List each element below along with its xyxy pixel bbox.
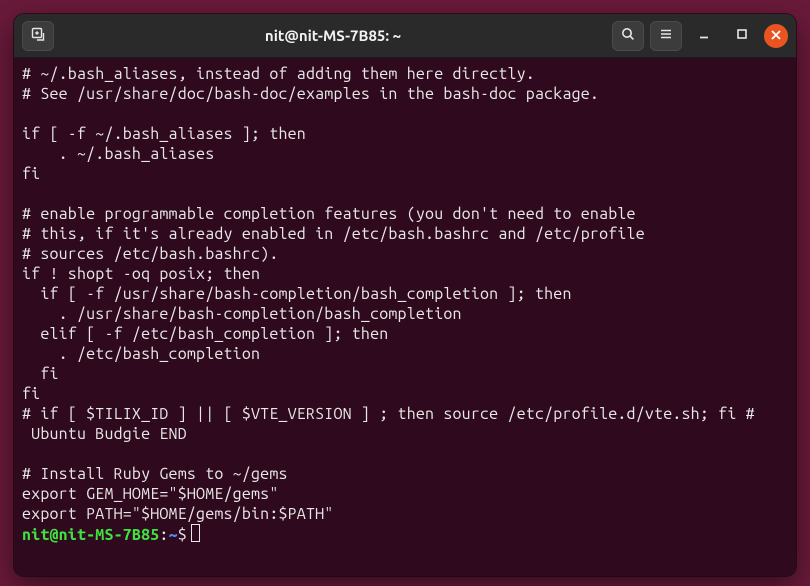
terminal-output: # ~/.bash_aliases, instead of adding the…	[22, 64, 788, 524]
maximize-button[interactable]	[726, 21, 758, 51]
minimize-button[interactable]	[688, 21, 720, 51]
search-icon	[620, 26, 636, 46]
prompt-line: nit@nit-MS-7B85:~$	[22, 524, 788, 545]
terminal-content[interactable]: # ~/.bash_aliases, instead of adding the…	[14, 58, 796, 576]
minimize-icon	[696, 26, 712, 46]
new-tab-button[interactable]	[22, 21, 54, 51]
prompt-user-host: nit@nit-MS-7B85	[22, 526, 159, 544]
prompt-colon: :	[159, 526, 168, 544]
cursor	[191, 524, 200, 542]
prompt-symbol: $	[178, 526, 187, 544]
terminal-window: nit@nit-MS-7B85: ~	[14, 14, 796, 576]
titlebar: nit@nit-MS-7B85: ~	[14, 14, 796, 58]
hamburger-icon	[658, 26, 674, 46]
titlebar-right	[612, 21, 788, 51]
maximize-icon	[734, 26, 750, 46]
new-tab-icon	[30, 26, 46, 46]
search-button[interactable]	[612, 21, 644, 51]
menu-button[interactable]	[650, 21, 682, 51]
window-title: nit@nit-MS-7B85: ~	[60, 27, 606, 44]
close-icon	[770, 27, 782, 45]
prompt-cwd: ~	[169, 526, 178, 544]
close-button[interactable]	[764, 24, 788, 48]
